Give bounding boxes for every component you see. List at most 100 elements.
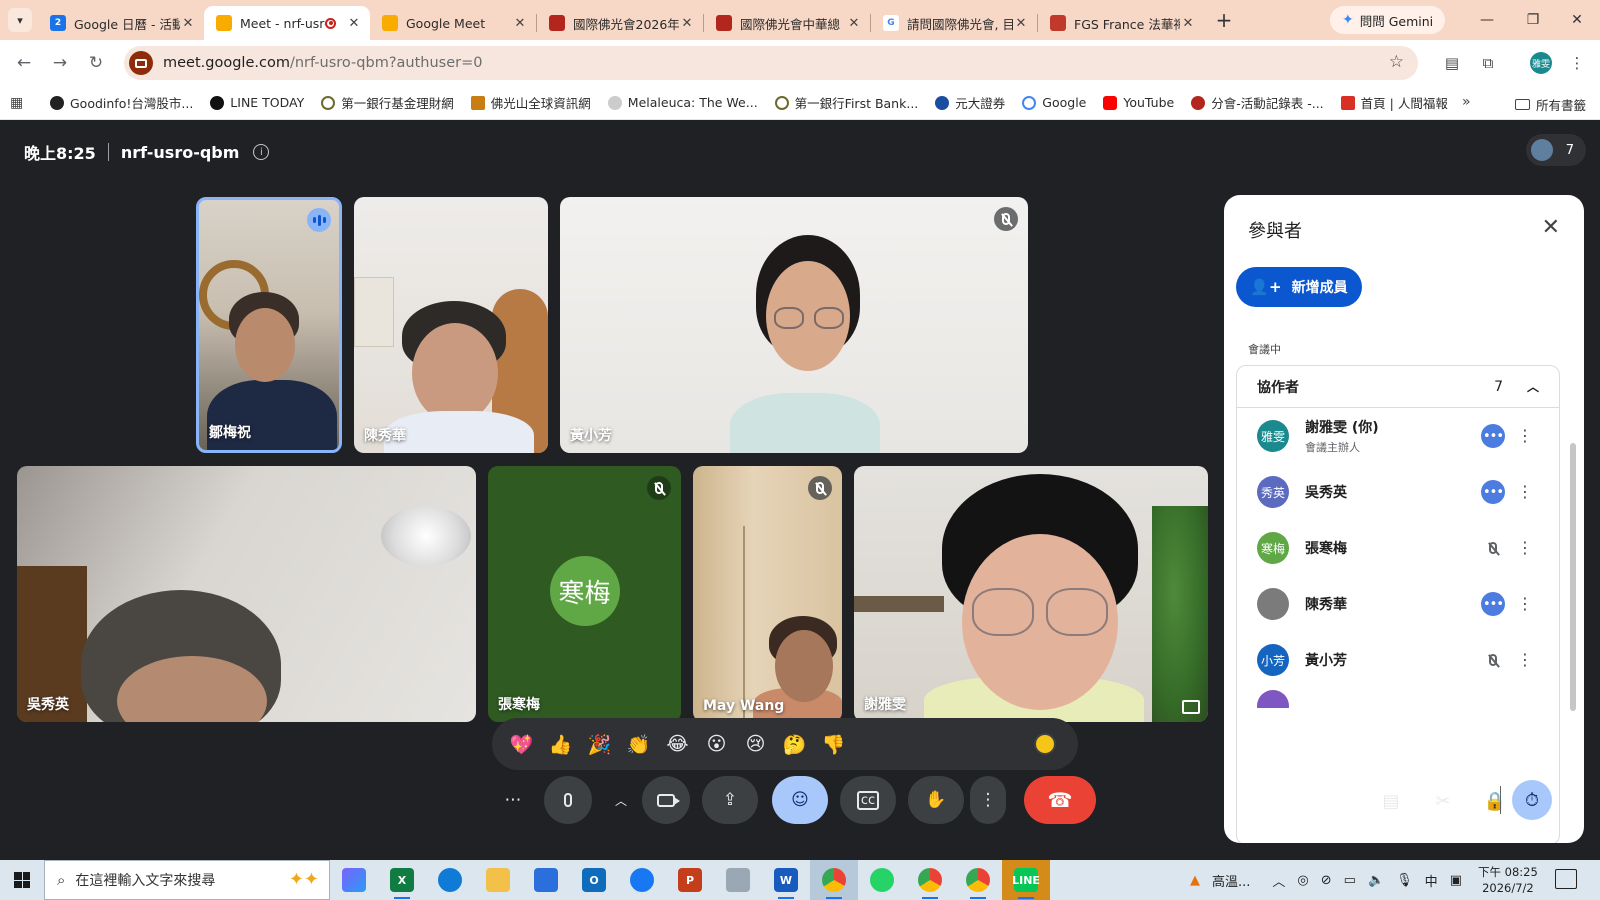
bookmark-item[interactable]: 佛光山全球資訊網 (470, 93, 591, 112)
gemini-button[interactable]: ✦ 問問 Gemini (1330, 6, 1446, 34)
tab-blia-2026[interactable]: 國際佛光會2026年 ✕ (537, 6, 703, 40)
taskbar-clock[interactable]: 下午 08:25 2026/7/2 (1478, 864, 1538, 896)
display-icon[interactable]: ▭ (1344, 873, 1356, 888)
excel-icon[interactable]: X (378, 860, 426, 900)
host-controls-icon[interactable]: 🔒 (1480, 786, 1510, 816)
more-options-button[interactable]: ⋮ (970, 776, 1006, 824)
reaction-laugh[interactable]: 😂 (658, 733, 697, 755)
close-icon[interactable]: ✕ (679, 16, 695, 31)
volume-icon[interactable]: 🔈 (1368, 873, 1384, 888)
powerpoint-icon[interactable]: P (666, 860, 714, 900)
participant-row[interactable] (1237, 688, 1559, 708)
line-icon[interactable]: LINE (1002, 860, 1050, 900)
video-tile[interactable]: 鄒梅祝 (196, 197, 342, 453)
meet-tray-icon[interactable]: ◎ (1297, 873, 1308, 888)
reaction-sad[interactable]: 😢 (736, 733, 775, 755)
raise-hand-button[interactable]: ✋ (908, 776, 964, 824)
ime-icon[interactable]: ▣ (1450, 873, 1462, 888)
bookmark-item[interactable]: 第一銀行基金理財網 (321, 93, 454, 112)
window-close-button[interactable]: ✕ (1554, 0, 1600, 40)
copilot-icon[interactable] (330, 860, 378, 900)
input-language[interactable]: 中 (1425, 871, 1438, 890)
video-tile[interactable]: 寒梅 張寒梅 (488, 466, 681, 722)
chrome-profile-icon[interactable] (954, 860, 1002, 900)
notification-center-icon[interactable]: 3 (1555, 869, 1577, 889)
group-header[interactable]: 協作者 7 ︿ (1237, 366, 1559, 408)
microphone-button[interactable] (544, 776, 592, 824)
bookmark-item[interactable]: Google (1022, 95, 1086, 110)
weather-text[interactable]: 高溫... (1212, 871, 1250, 890)
more-options-icon[interactable]: ⋮ (1517, 594, 1533, 613)
tab-search-button[interactable]: ▾ (8, 8, 32, 32)
bookmark-star-icon[interactable]: ☆ (1389, 52, 1404, 72)
extensions-icon[interactable]: ⧉ (1477, 52, 1499, 74)
paint-icon[interactable] (714, 860, 762, 900)
messenger-icon[interactable] (618, 860, 666, 900)
microphone-tray-icon[interactable]: 🎙 (1396, 873, 1413, 888)
restore-button[interactable]: ❐ (1510, 0, 1556, 40)
more-options-icon[interactable]: ⋮ (1517, 538, 1533, 557)
bookmark-item[interactable]: LINE TODAY (210, 95, 304, 110)
participant-row[interactable]: 小芳 黃小芳 ⋮ (1237, 632, 1559, 688)
tab-fgs-france[interactable]: FGS France 法華禪 ✕ (1038, 6, 1204, 40)
bookmark-item[interactable]: 第一銀行First Bank... (774, 93, 918, 112)
reaction-surprised[interactable]: 😮 (697, 733, 736, 755)
close-icon[interactable]: ✕ (512, 16, 528, 31)
bookmark-item[interactable]: 分會-活動記錄表 -... (1191, 93, 1324, 112)
word-icon[interactable]: W (762, 860, 810, 900)
whatsapp-icon[interactable] (858, 860, 906, 900)
reaction-party[interactable]: 🎉 (580, 733, 619, 756)
more-options-icon[interactable]: ⋮ (1517, 482, 1533, 501)
all-bookmarks-folder[interactable]: 所有書籤 (1515, 95, 1586, 114)
bookmarks-overflow-icon[interactable]: » (1462, 94, 1471, 110)
more-audio-options-icon[interactable]: ⋯ (496, 776, 530, 824)
reaction-thumbs-down[interactable]: 👎 (814, 733, 853, 756)
tab-google-search[interactable]: G 請問國際佛光會, 目 ✕ (871, 6, 1037, 40)
close-icon[interactable]: ✕ (346, 16, 362, 31)
self-view-icon[interactable] (1182, 700, 1200, 714)
video-tile[interactable]: 黃小芳 (560, 197, 1028, 453)
meeting-timer-icon[interactable]: ⏱ (1512, 780, 1552, 820)
reading-mode-icon[interactable]: ▤ (1441, 52, 1463, 74)
chevron-up-icon[interactable]: ︿ (1272, 871, 1285, 890)
participant-row[interactable]: 陳秀華 ••• ⋮ (1237, 576, 1559, 632)
close-icon[interactable]: ✕ (1180, 16, 1196, 31)
address-bar[interactable]: meet.google.com/nrf-usro-qbm?authuser=0 … (124, 46, 1418, 80)
weather-warning-icon[interactable]: ▲ (1190, 873, 1200, 888)
bookmark-item[interactable]: 元大證券 (935, 93, 1005, 112)
reload-icon[interactable]: ↻ (78, 45, 114, 81)
tab-calendar[interactable]: 2 Google 日曆 - 活動 ✕ (38, 6, 204, 40)
tab-blia-taiwan[interactable]: 國際佛光會中華總 ✕ (704, 6, 870, 40)
more-options-icon[interactable]: ⋮ (1517, 650, 1533, 669)
chevron-up-icon[interactable]: ︿ (1527, 378, 1539, 395)
network-off-icon[interactable]: ⊘ (1321, 873, 1332, 888)
activities-icon[interactable]: ✂ (1428, 786, 1458, 816)
edge-icon[interactable] (426, 860, 474, 900)
site-info-icon[interactable] (129, 51, 153, 75)
more-options-icon[interactable]: ⋮ (1517, 426, 1533, 445)
chrome-icon[interactable] (810, 860, 858, 900)
bookmark-item[interactable]: Melaleuca: The We... (607, 95, 758, 110)
close-icon[interactable]: ✕ (180, 16, 196, 31)
video-tile[interactable]: 陳秀華 (354, 197, 548, 453)
present-screen-button[interactable]: ⇪ (702, 776, 758, 824)
chat-icon[interactable]: ▤ (1376, 786, 1406, 816)
back-icon[interactable]: ← (6, 45, 42, 81)
minimize-button[interactable]: — (1464, 0, 1510, 40)
profile-avatar[interactable]: 雅雯 (1530, 52, 1552, 74)
bookmark-item[interactable]: YouTube (1103, 95, 1174, 110)
tab-google-meet[interactable]: Google Meet ✕ (370, 6, 536, 40)
reaction-thumbs-up[interactable]: 👍 (541, 733, 580, 756)
forward-icon[interactable]: → (42, 45, 78, 81)
apps-grid-icon[interactable]: ▦ (10, 95, 32, 111)
reaction-heart[interactable]: 💖 (502, 733, 541, 756)
bookmark-item[interactable]: 首頁 | 人間福報 (1340, 93, 1448, 112)
scrollbar[interactable] (1570, 443, 1576, 711)
participants-chip[interactable]: 7 (1526, 134, 1586, 166)
participant-row[interactable]: 雅雯 謝雅雯 (你) 會議主辦人 ••• ⋮ (1237, 408, 1559, 464)
store-icon[interactable] (522, 860, 570, 900)
reaction-clap[interactable]: 👏 (619, 733, 658, 756)
add-member-button[interactable]: 👤+ 新增成員 (1236, 267, 1362, 307)
close-icon[interactable]: ✕ (846, 16, 862, 31)
video-tile[interactable]: May Wang (693, 466, 842, 722)
